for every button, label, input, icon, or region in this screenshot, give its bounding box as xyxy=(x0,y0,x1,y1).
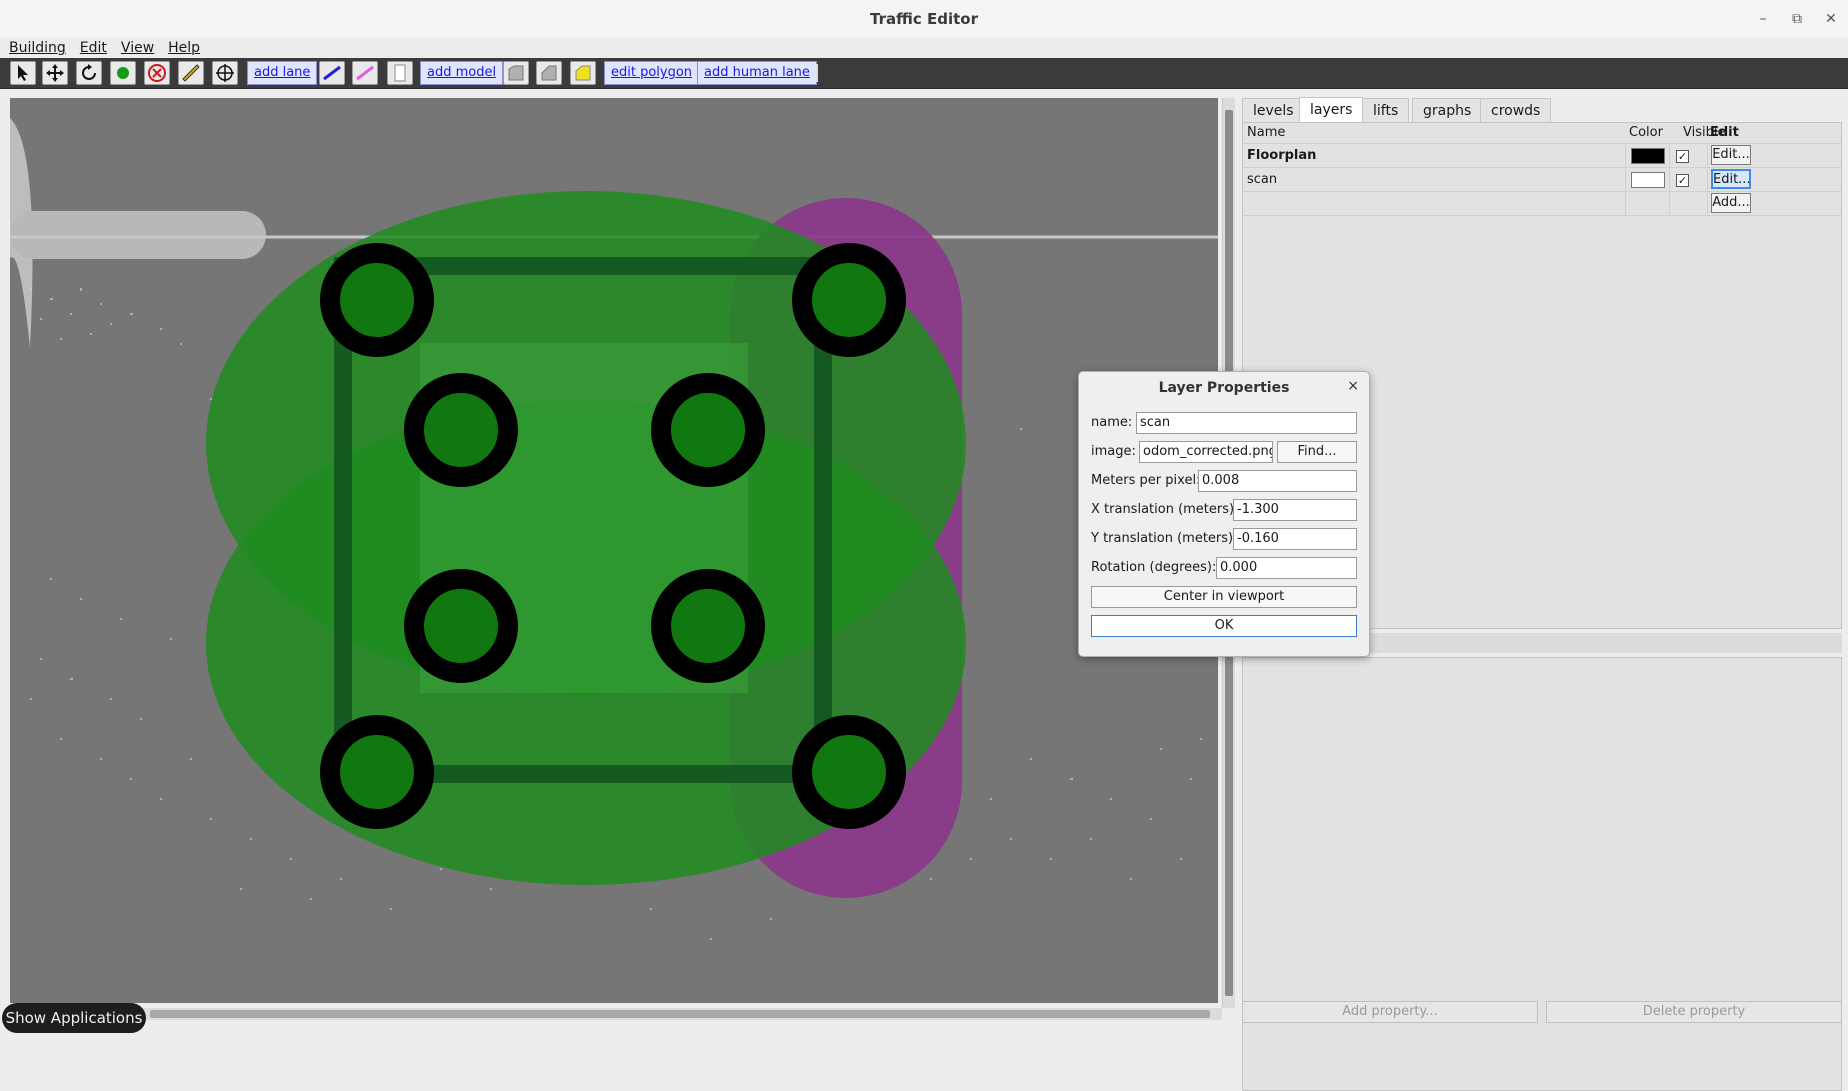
x-translation-label: X translation (meters): xyxy=(1091,502,1239,517)
rotation-input[interactable]: 0.000 xyxy=(1216,557,1357,579)
move-icon[interactable] xyxy=(42,61,68,85)
mpp-input[interactable]: 0.008 xyxy=(1198,470,1357,492)
floor-icon[interactable] xyxy=(536,61,562,85)
column-divider xyxy=(1669,143,1670,215)
show-applications-button[interactable]: Show Applications xyxy=(2,1003,146,1033)
row-divider xyxy=(1243,215,1841,216)
layer-properties-dialog: Layer Properties × name: scan image: odo… xyxy=(1078,371,1370,657)
column-divider xyxy=(1625,143,1626,215)
wall-icon[interactable] xyxy=(503,61,529,85)
window-title: Traffic Editor xyxy=(870,10,978,28)
add-lane-button[interactable]: add lane xyxy=(247,61,318,85)
select-arrow-icon[interactable] xyxy=(10,61,36,85)
x-translation-input[interactable]: -1.300 xyxy=(1233,499,1357,521)
column-header-edit: Edit xyxy=(1710,125,1739,140)
vertex-marker[interactable] xyxy=(320,243,434,357)
lane-blue-icon[interactable] xyxy=(319,61,345,85)
add-vertex-icon[interactable] xyxy=(110,61,136,85)
polygon-icon[interactable] xyxy=(570,61,596,85)
lane-pink-icon[interactable] xyxy=(352,61,378,85)
menu-building[interactable]: Building xyxy=(4,38,71,58)
properties-table xyxy=(1242,657,1842,1091)
name-row: name: scan xyxy=(1091,412,1357,434)
name-label: name: xyxy=(1091,415,1133,430)
door-icon[interactable] xyxy=(387,61,413,85)
menu-bar: Building Edit View Help xyxy=(0,38,1848,58)
image-row: image: odom_corrected.png Find... xyxy=(1091,441,1357,463)
scroll-thumb[interactable] xyxy=(150,1010,1210,1018)
add-model-button[interactable]: add model xyxy=(420,61,504,85)
column-header-name: Name xyxy=(1247,125,1286,140)
name-input[interactable]: scan xyxy=(1136,412,1357,434)
ok-button[interactable]: OK xyxy=(1091,615,1357,637)
tab-layers[interactable]: layers xyxy=(1299,97,1364,123)
vertex-marker[interactable] xyxy=(792,243,906,357)
close-window-icon[interactable]: ✕ xyxy=(1820,8,1842,30)
add-layer-button[interactable]: Add... xyxy=(1711,193,1751,213)
menu-view[interactable]: View xyxy=(116,38,159,58)
add-property-button[interactable]: Add property... xyxy=(1242,1001,1538,1023)
vertex-marker[interactable] xyxy=(404,373,518,487)
edit-polygon-button[interactable]: edit polygon xyxy=(604,61,700,85)
layer-name-floorplan: Floorplan xyxy=(1247,148,1317,163)
layer-color-swatch[interactable] xyxy=(1631,148,1665,164)
add-human-lane-button[interactable]: add human lane xyxy=(697,61,817,85)
rotate-icon[interactable] xyxy=(76,61,102,85)
vertex-marker[interactable] xyxy=(792,715,906,829)
column-header-color: Color xyxy=(1629,125,1663,140)
edit-layer-button[interactable]: Edit... xyxy=(1711,169,1751,189)
row-divider xyxy=(1243,167,1841,168)
vertex-marker[interactable] xyxy=(651,373,765,487)
edit-layer-button[interactable]: Edit... xyxy=(1711,145,1751,165)
vertex-marker[interactable] xyxy=(404,569,518,683)
map-canvas[interactable] xyxy=(10,98,1218,1003)
delete-icon[interactable] xyxy=(144,61,170,85)
vertex-marker[interactable] xyxy=(651,569,765,683)
toolbar: add lane add model edit polygon add huma… xyxy=(0,58,1848,89)
tab-graphs[interactable]: graphs xyxy=(1412,98,1483,122)
toolbar-separator xyxy=(816,64,818,82)
minimize-icon[interactable]: – xyxy=(1752,8,1774,30)
tab-lifts[interactable]: lifts xyxy=(1362,98,1410,122)
fiducial-icon[interactable] xyxy=(212,61,238,85)
layer-name-scan: scan xyxy=(1247,172,1278,187)
delete-property-button[interactable]: Delete property xyxy=(1546,1001,1842,1023)
close-icon[interactable]: × xyxy=(1347,378,1359,394)
map-drawing xyxy=(10,118,1218,940)
scan-corridor xyxy=(10,211,266,259)
vertex-marker[interactable] xyxy=(320,715,434,829)
row-divider xyxy=(1243,191,1841,192)
measure-icon[interactable] xyxy=(178,61,204,85)
mpp-row: Meters per pixel: 0.008 xyxy=(1091,470,1357,492)
layer-visible-checkbox[interactable]: ✓ xyxy=(1676,174,1689,187)
mpp-label: Meters per pixel: xyxy=(1091,473,1201,488)
find-button[interactable]: Find... xyxy=(1277,441,1357,463)
canvas-horizontal-scrollbar[interactable] xyxy=(10,1008,1222,1020)
layer-color-swatch[interactable] xyxy=(1631,172,1665,188)
y-translation-label: Y translation (meters): xyxy=(1091,531,1238,546)
rotation-label: Rotation (degrees): xyxy=(1091,560,1217,575)
menu-help[interactable]: Help xyxy=(163,38,205,58)
layer-visible-checkbox[interactable]: ✓ xyxy=(1676,150,1689,163)
y-translation-input[interactable]: -0.160 xyxy=(1233,528,1357,550)
tab-levels[interactable]: levels xyxy=(1242,98,1305,122)
dialog-title: Layer Properties xyxy=(1158,380,1290,396)
title-bar: Traffic Editor – ⧉ ✕ xyxy=(0,0,1848,39)
image-input[interactable]: odom_corrected.png xyxy=(1139,441,1273,463)
tab-crowds[interactable]: crowds xyxy=(1480,98,1552,122)
menu-edit[interactable]: Edit xyxy=(75,38,112,58)
x-translation-row: X translation (meters): -1.300 xyxy=(1091,499,1357,521)
center-in-viewport-button[interactable]: Center in viewport xyxy=(1091,586,1357,608)
maximize-icon[interactable]: ⧉ xyxy=(1786,8,1808,30)
column-divider xyxy=(1707,143,1708,215)
image-label: image: xyxy=(1091,444,1136,459)
rotation-row: Rotation (degrees): 0.000 xyxy=(1091,557,1357,579)
row-divider xyxy=(1243,143,1841,144)
y-translation-row: Y translation (meters): -0.160 xyxy=(1091,528,1357,550)
